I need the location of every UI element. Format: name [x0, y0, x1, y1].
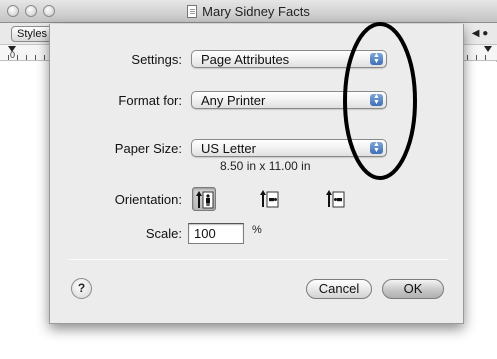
- toolbar-arrows-icon[interactable]: ◀ ●: [469, 27, 491, 41]
- right-margin-marker-icon[interactable]: [484, 46, 492, 52]
- orientation-label: Orientation:: [114, 192, 182, 207]
- landscape-right-orientation-icon: [326, 190, 345, 208]
- orientation-landscape-left-button[interactable]: [258, 187, 282, 211]
- window-title: Mary Sidney Facts: [202, 4, 310, 19]
- updown-arrows-icon: ▲ ▼: [370, 141, 383, 154]
- help-button[interactable]: ?: [71, 278, 92, 299]
- cancel-button[interactable]: Cancel: [306, 279, 372, 299]
- title-bar[interactable]: Mary Sidney Facts: [0, 0, 497, 23]
- paper-size-label: Paper Size:: [114, 141, 182, 156]
- ok-button[interactable]: OK: [382, 279, 444, 299]
- paper-dimensions: 8.50 in x 11.00 in: [220, 159, 311, 173]
- scale-label: Scale:: [145, 226, 182, 241]
- landscape-left-orientation-icon: [260, 190, 279, 208]
- format-for-popup[interactable]: Any Printer ▲ ▼: [191, 91, 387, 109]
- format-for-value: Any Printer: [201, 93, 266, 108]
- window-title-container: Mary Sidney Facts: [0, 4, 497, 19]
- scale-input[interactable]: 100: [188, 223, 244, 244]
- portrait-orientation-icon: [196, 191, 214, 209]
- separator: [68, 259, 448, 260]
- settings-popup[interactable]: Page Attributes ▲ ▼: [191, 50, 387, 68]
- paper-size-value: US Letter: [201, 141, 256, 156]
- styles-popup[interactable]: Styles: [11, 26, 53, 42]
- updown-arrows-icon: ▲ ▼: [370, 52, 383, 65]
- orientation-landscape-right-button[interactable]: [324, 187, 348, 211]
- format-for-label: Format for:: [118, 93, 182, 108]
- paper-size-popup[interactable]: US Letter ▲ ▼: [191, 139, 387, 157]
- scale-unit: %: [252, 224, 262, 236]
- settings-value: Page Attributes: [201, 52, 290, 67]
- orientation-portrait-button[interactable]: [192, 187, 216, 211]
- page-setup-sheet: Settings: Page Attributes ▲ ▼ Format for:…: [49, 24, 464, 324]
- settings-label: Settings:: [131, 52, 182, 67]
- updown-arrows-icon: ▲ ▼: [370, 93, 383, 106]
- document-icon: [187, 5, 198, 18]
